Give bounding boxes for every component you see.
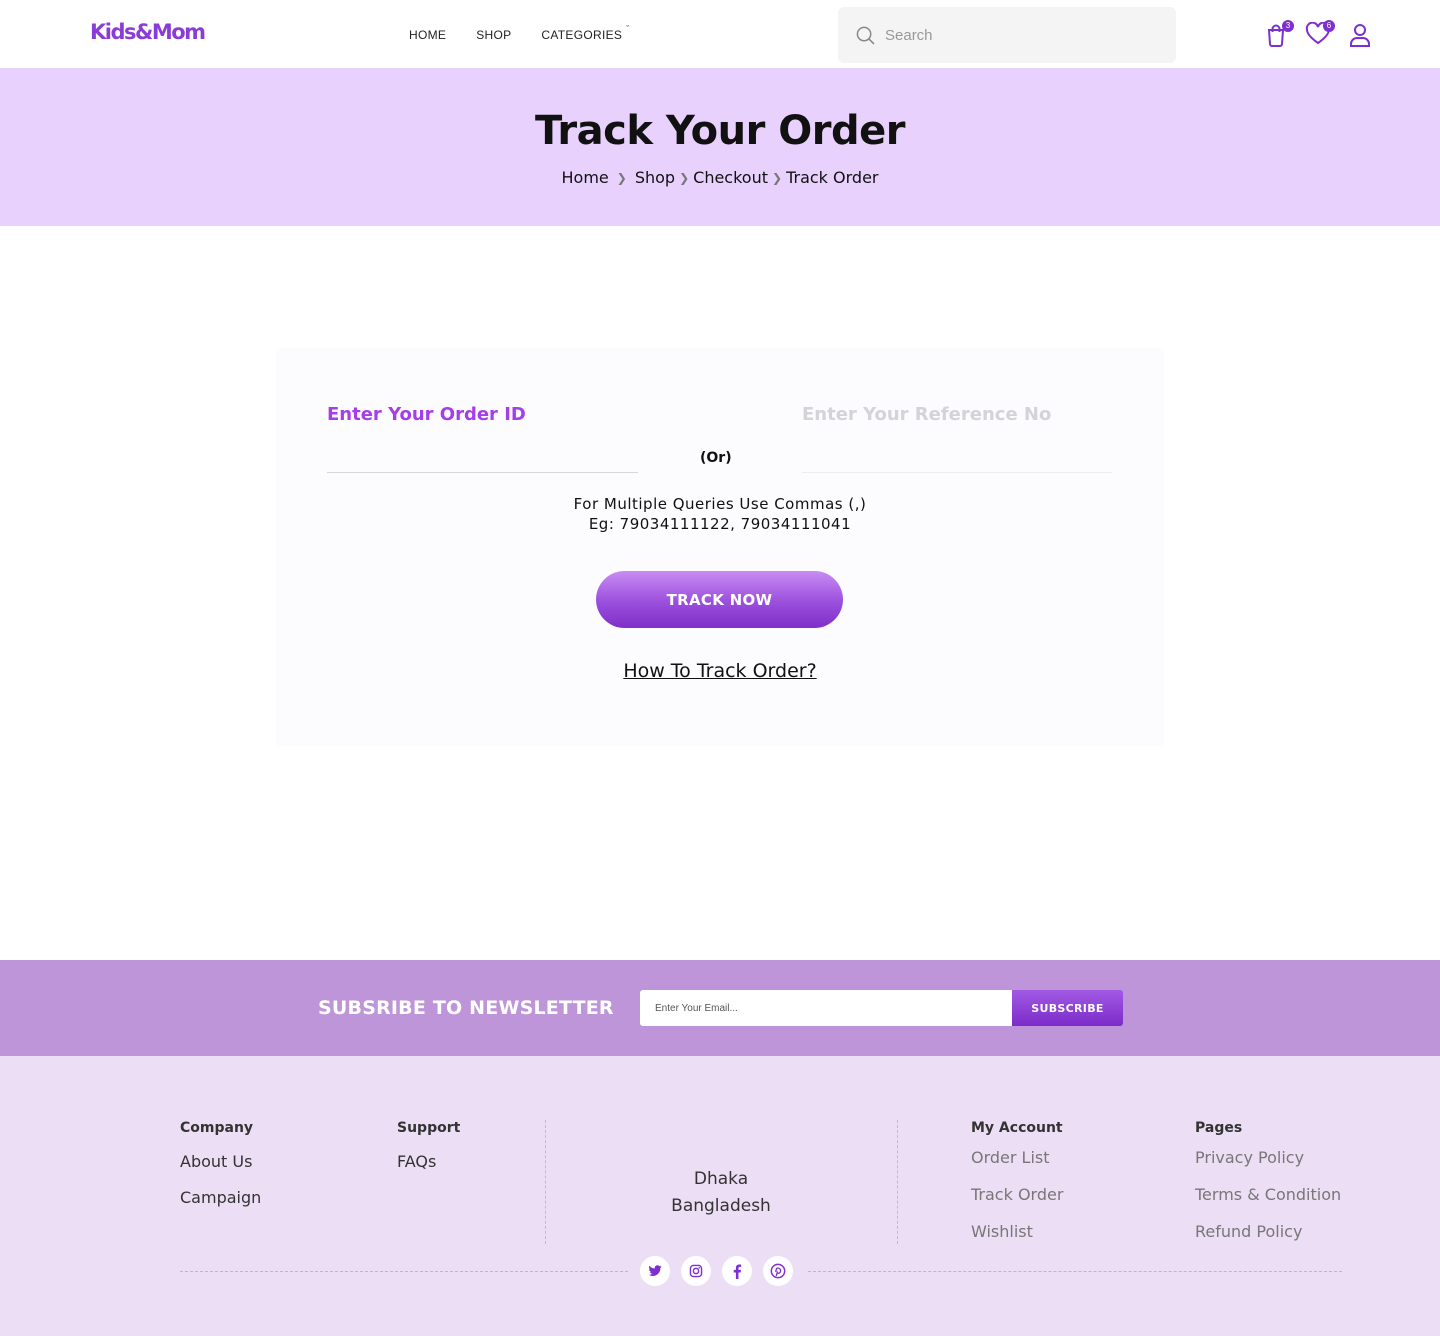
footer-company: Company About Us Campaign — [180, 1120, 261, 1224]
footer-support: Support FAQs — [397, 1120, 460, 1188]
footer-pages: Pages Privacy Policy Terms & Condition R… — [1195, 1120, 1341, 1259]
search-input[interactable] — [885, 26, 1145, 44]
search-icon — [856, 26, 875, 44]
footer-link-terms[interactable]: Terms & Condition — [1195, 1185, 1341, 1204]
newsletter-title: SUBSRIBE TO NEWSLETTER — [318, 997, 614, 1019]
nav-categories[interactable]: CATEGORIES ˇ — [541, 24, 629, 42]
footer-link-faqs[interactable]: FAQs — [397, 1152, 460, 1171]
site-footer: Company About Us Campaign Support FAQs D… — [0, 1056, 1440, 1336]
nav-home[interactable]: HOME — [409, 28, 446, 42]
footer-link-privacy-policy[interactable]: Privacy Policy — [1195, 1148, 1341, 1167]
footer-link-refund-policy[interactable]: Refund Policy — [1195, 1222, 1341, 1241]
instagram-link[interactable] — [681, 1256, 711, 1286]
breadcrumb: Home ❯ Shop ❯ Checkout ❯ Track Order — [0, 168, 1440, 187]
user-icon — [1350, 24, 1370, 47]
reference-no-field[interactable]: Enter Your Reference No — [802, 404, 1051, 425]
nav-shop[interactable]: SHOP — [476, 28, 511, 42]
chevron-right-icon: ❯ — [772, 170, 783, 185]
footer-address: Dhaka Bangladesh — [545, 1166, 897, 1220]
breadcrumb-checkout[interactable]: Checkout — [693, 168, 768, 187]
footer-link-campaign[interactable]: Campaign — [180, 1188, 261, 1207]
track-now-button[interactable]: TRACK NOW — [596, 571, 843, 628]
footer-link-about-us[interactable]: About Us — [180, 1152, 261, 1171]
address-country: Bangladesh — [671, 1196, 771, 1216]
chevron-down-icon: ˇ — [626, 24, 630, 34]
footer-account-title: My Account — [971, 1120, 1063, 1136]
newsletter-email-input[interactable] — [640, 990, 1012, 1026]
track-order-card: Enter Your Order ID (Or) Enter Your Refe… — [276, 348, 1164, 746]
site-header: Kids&Mom HOME SHOP CATEGORIES ˇ 3 6 — [0, 0, 1440, 68]
cart-button[interactable]: 3 — [1264, 20, 1294, 48]
breadcrumb-track-order: Track Order — [786, 168, 879, 187]
search-box[interactable] — [838, 7, 1176, 63]
wishlist-count-badge: 6 — [1323, 20, 1335, 32]
footer-link-track-order[interactable]: Track Order — [971, 1185, 1063, 1204]
subscribe-button[interactable]: SUBSCRIBE — [1012, 990, 1123, 1026]
reference-no-underline — [802, 472, 1112, 473]
chevron-right-icon: ❯ — [616, 170, 627, 185]
cart-count-badge: 3 — [1282, 20, 1294, 32]
account-button[interactable] — [1348, 22, 1374, 48]
footer-company-title: Company — [180, 1120, 254, 1136]
wishlist-button[interactable]: 6 — [1305, 20, 1335, 48]
footer-rule-left — [180, 1271, 628, 1272]
newsletter-bar: SUBSRIBE TO NEWSLETTER SUBSCRIBE — [0, 960, 1440, 1056]
footer-link-order-list[interactable]: Order List — [971, 1148, 1063, 1167]
twitter-icon — [648, 1265, 662, 1277]
twitter-link[interactable] — [640, 1256, 670, 1286]
nav-categories-label: CATEGORIES — [541, 28, 623, 42]
how-to-track-link[interactable]: How To Track Order? — [276, 660, 1164, 682]
page-title: Track Your Order — [535, 108, 905, 154]
page-hero: Track Your Order Home ❯ Shop ❯ Checkout … — [0, 68, 1440, 226]
facebook-link[interactable] — [722, 1256, 752, 1286]
footer-rule-right — [808, 1271, 1342, 1272]
pinterest-icon — [770, 1263, 786, 1279]
breadcrumb-home[interactable]: Home — [562, 168, 609, 187]
order-id-underline — [327, 472, 638, 473]
multi-query-hint: For Multiple Queries Use Commas (,) Eg: … — [276, 494, 1164, 534]
facebook-icon — [733, 1264, 742, 1279]
footer-pages-title: Pages — [1195, 1120, 1243, 1136]
breadcrumb-shop[interactable]: Shop — [635, 168, 675, 187]
address-city: Dhaka — [693, 1169, 749, 1189]
footer-divider — [897, 1120, 898, 1244]
instagram-icon — [689, 1264, 703, 1278]
hint-line-2: Eg: 79034111122, 79034111041 — [588, 515, 852, 533]
logo[interactable]: Kids&Mom — [90, 20, 206, 44]
footer-link-wishlist[interactable]: Wishlist — [971, 1222, 1063, 1241]
or-separator: (Or) — [700, 450, 732, 466]
order-id-field[interactable]: Enter Your Order ID — [327, 404, 526, 425]
chevron-right-icon: ❯ — [679, 170, 690, 185]
footer-my-account: My Account Order List Track Order Wishli… — [971, 1120, 1063, 1259]
pinterest-link[interactable] — [763, 1256, 793, 1286]
main-nav: HOME SHOP CATEGORIES ˇ — [409, 24, 660, 42]
hint-line-1: For Multiple Queries Use Commas (,) — [573, 495, 867, 513]
footer-support-title: Support — [397, 1120, 461, 1136]
